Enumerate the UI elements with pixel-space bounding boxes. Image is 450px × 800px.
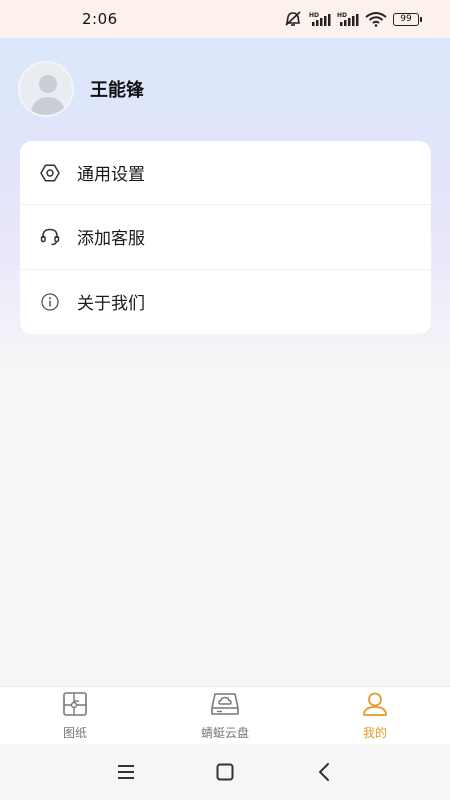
system-navigation-bar <box>0 744 450 800</box>
profile-header[interactable]: 王能锋 <box>18 60 144 118</box>
user-name: 王能锋 <box>90 80 144 101</box>
hd-signal-icon: HD <box>309 11 331 27</box>
menu-icon[interactable] <box>106 752 146 792</box>
headset-icon <box>40 227 60 247</box>
menu-item-label: 添加客服 <box>77 229 145 250</box>
hd-signal-icon: HD <box>337 11 359 27</box>
menu-item-label: 通用设置 <box>77 165 145 186</box>
tab-blueprints[interactable]: 图纸 <box>0 687 150 744</box>
settings-menu-card: 通用设置 添加客服 关于我们 <box>20 141 431 334</box>
status-icons: HD HD 99 <box>283 11 422 27</box>
svg-text:HD: HD <box>337 12 347 19</box>
tab-label: 我的 <box>362 725 387 740</box>
mute-icon <box>283 11 303 27</box>
person-icon <box>362 691 388 721</box>
settings-hexagon-icon <box>40 163 60 183</box>
status-time: 2:06 <box>82 10 118 28</box>
battery-icon: 99 <box>393 12 422 26</box>
wifi-icon <box>365 11 387 27</box>
info-icon <box>40 292 60 312</box>
back-icon[interactable] <box>304 752 344 792</box>
cloud-drive-icon <box>210 691 240 721</box>
menu-item-general-settings[interactable]: 通用设置 <box>20 141 431 206</box>
blueprint-icon <box>62 691 88 721</box>
bottom-tab-bar: 图纸 蜻蜓云盘 我的 <box>0 686 450 744</box>
tab-label: 图纸 <box>62 725 87 740</box>
tab-mine[interactable]: 我的 <box>300 687 450 744</box>
svg-text:HD: HD <box>309 12 319 19</box>
tab-label: 蜻蜓云盘 <box>200 725 249 740</box>
battery-level: 99 <box>393 12 419 26</box>
menu-item-label: 关于我们 <box>77 294 145 315</box>
home-icon[interactable] <box>205 752 245 792</box>
status-bar: 2:06 HD HD 99 <box>0 0 450 38</box>
menu-item-add-support[interactable]: 添加客服 <box>20 205 431 270</box>
tab-cloud-drive[interactable]: 蜻蜓云盘 <box>150 687 300 744</box>
menu-item-about-us[interactable]: 关于我们 <box>20 270 431 334</box>
default-avatar-icon[interactable] <box>18 61 74 117</box>
